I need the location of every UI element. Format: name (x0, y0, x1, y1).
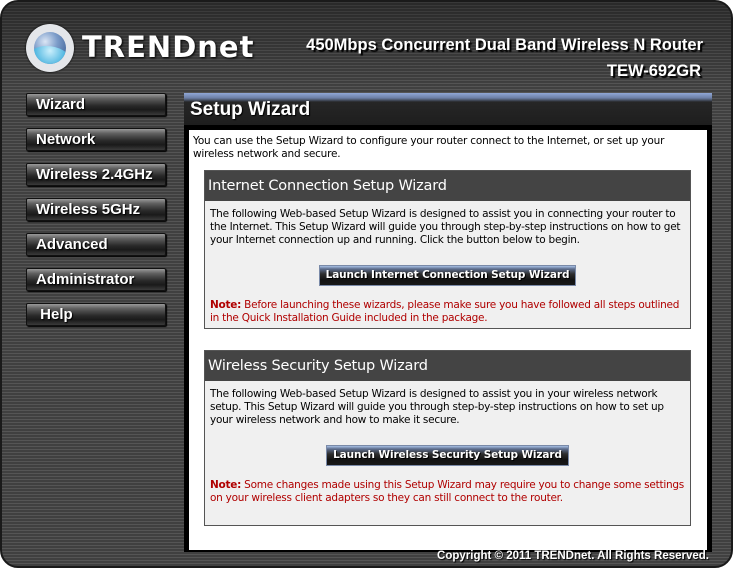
intro-text: You can use the Setup Wizard to configur… (193, 135, 665, 160)
sidebar-item-network[interactable]: Network (26, 128, 166, 151)
copyright-footer: Copyright © 2011 TRENDnet. All Rights Re… (437, 550, 709, 562)
trendnet-logo: TRENDnet (24, 22, 264, 74)
trendnet-globe-icon (26, 24, 74, 72)
page-title-bar: Setup Wizard (184, 93, 712, 125)
content-body: You can use the Setup Wizard to configur… (189, 130, 707, 550)
section-title: Internet Connection Setup Wizard (205, 171, 690, 201)
launch-wireless-security-wizard-button[interactable]: Launch Wireless Security Setup Wizard (326, 445, 569, 466)
sidebar-item-wireless-24ghz[interactable]: Wireless 2.4GHz (26, 163, 166, 186)
model-number: TEW-692GR (606, 62, 701, 80)
sidebar-item-administrator[interactable]: Administrator (26, 268, 166, 291)
note-label: Note: (210, 479, 242, 491)
note-text: Before launching these wizards, please m… (210, 299, 680, 324)
internet-wizard-section: Internet Connection Setup Wizard The fol… (204, 170, 691, 329)
brand-name: TRENDnet (82, 30, 255, 64)
sidebar-item-wireless-5ghz[interactable]: Wireless 5GHz (26, 198, 166, 221)
section-description: The following Web-based Setup Wizard is … (210, 208, 681, 246)
sidebar-item-wizard[interactable]: Wizard (26, 93, 166, 116)
router-admin-frame: TRENDnet 450Mbps Concurrent Dual Band Wi… (0, 0, 733, 568)
note-text: Some changes made using this Setup Wizar… (210, 479, 685, 504)
note-label: Note: (210, 299, 242, 311)
section-note: Note: Some changes made using this Setup… (210, 479, 685, 505)
sidebar-item-help[interactable]: Help (26, 303, 166, 326)
sidebar-item-advanced[interactable]: Advanced (26, 233, 166, 256)
section-description: The following Web-based Setup Wizard is … (210, 388, 664, 426)
content-panel: Setup Wizard You can use the Setup Wizar… (184, 93, 712, 552)
section-title: Wireless Security Setup Wizard (205, 351, 690, 381)
product-title: 450Mbps Concurrent Dual Band Wireless N … (306, 36, 703, 54)
section-note: Note: Before launching these wizards, pl… (210, 299, 685, 325)
page-title: Setup Wizard (190, 99, 311, 120)
wireless-security-wizard-section: Wireless Security Setup Wizard The follo… (204, 350, 691, 526)
launch-internet-wizard-button[interactable]: Launch Internet Connection Setup Wizard (318, 265, 577, 286)
